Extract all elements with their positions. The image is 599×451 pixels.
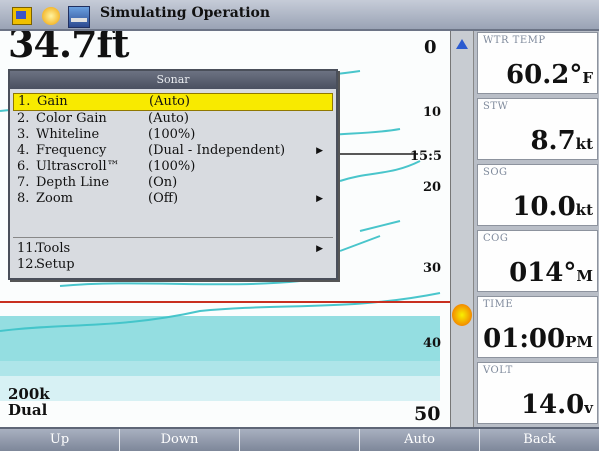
title-text: Simulating Operation (100, 5, 271, 21)
menu-item-number: 6. (17, 159, 30, 174)
frequency-value: 200k (8, 385, 50, 403)
menu-item-frequency[interactable]: 4. Frequency (Dual - Independent) ▶ (13, 143, 333, 159)
menu-item-label: Frequency (36, 143, 107, 158)
data-field-cog[interactable]: COG 014°M (477, 230, 598, 292)
softkey-up[interactable]: Up (0, 429, 120, 451)
bottom-shadow (0, 361, 440, 401)
field-value: 014°M (509, 258, 593, 288)
menu-item-value: (On) (148, 175, 178, 190)
menu-item-label: Tools (36, 241, 71, 256)
menu-item-number: 2. (17, 111, 30, 126)
return-trace (59, 280, 301, 287)
field-label: COG (483, 233, 509, 244)
field-value: 10.0kt (512, 192, 593, 222)
menu-item-label: Color Gain (36, 111, 107, 126)
depth-tick: 15:5 (410, 149, 442, 164)
field-value: 14.0v (520, 390, 593, 420)
menu-item-whiteline[interactable]: 3. Whiteline (100%) (13, 127, 333, 143)
field-label: WTR TEMP (483, 35, 546, 46)
menu-item-value: (100%) (148, 127, 196, 142)
frequency-mode: Dual (8, 401, 48, 419)
menu-item-number: 4. (17, 143, 30, 158)
softkey-down[interactable]: Down (120, 429, 240, 451)
menu-item-label: Zoom (36, 191, 74, 206)
return-trace (339, 160, 421, 182)
menu-item-number: 3. (17, 127, 30, 142)
return-trace (359, 220, 401, 232)
data-field-time[interactable]: TIME 01:00PM (477, 296, 598, 358)
depth-tick: 30 (423, 261, 442, 276)
menu-item-number: 11. (17, 241, 38, 256)
menu-separator (13, 237, 333, 238)
menu-item-label: Whiteline (36, 127, 100, 142)
field-label: SOG (483, 167, 508, 178)
menu-title: Sonar (10, 71, 336, 89)
title-bar: Simulating Operation (0, 0, 599, 31)
menu-item-setup[interactable]: 12. Setup (13, 257, 333, 273)
chevron-right-icon: ▶ (316, 146, 323, 156)
depth-tick: 40 (423, 336, 442, 351)
flag-icon (12, 7, 32, 25)
depth-tick: 20 (423, 180, 442, 195)
field-label: STW (483, 101, 509, 112)
menu-item-color-gain[interactable]: 2. Color Gain (Auto) (13, 111, 333, 127)
menu-item-value: (100%) (148, 159, 196, 174)
softkey-back[interactable]: Back (480, 429, 599, 451)
sonar-screen: Simulating Operation 34.7ft 0 10 15:5 20… (0, 0, 599, 451)
menu-item-label: Ultrascroll™ (36, 159, 120, 174)
sun-icon (42, 7, 60, 25)
data-field-sog[interactable]: SOG 10.0kt (477, 164, 598, 226)
menu-item-ultrascroll[interactable]: 6. Ultrascroll™ (100%) (13, 159, 333, 175)
sonar-icon (68, 6, 90, 28)
depth-tick: 10 (423, 105, 442, 120)
data-field-stw[interactable]: STW 8.7kt (477, 98, 598, 160)
menu-item-label: Setup (36, 257, 75, 272)
depth-tick: 50 (414, 403, 441, 425)
menu-item-value: (Dual - Independent) (148, 143, 286, 158)
field-value: 01:00PM (483, 324, 593, 354)
menu-item-number: 1. (18, 94, 31, 109)
field-label: VOLT (483, 365, 513, 376)
field-value: 8.7kt (530, 126, 593, 156)
menu-list-secondary: 11. Tools ▶ 12. Setup (13, 241, 333, 273)
menu-list: 1. Gain (Auto) 2. Color Gain (Auto) 3. W… (13, 93, 333, 207)
depth-marker-icon (452, 304, 472, 326)
menu-item-number: 7. (17, 175, 30, 190)
depth-tick: 0 (424, 37, 437, 58)
menu-item-depth-line[interactable]: 7. Depth Line (On) (13, 175, 333, 191)
menu-item-gain[interactable]: 1. Gain (Auto) (13, 93, 333, 111)
softkey-blank[interactable] (240, 429, 360, 451)
softkey-auto[interactable]: Auto (360, 429, 480, 451)
field-label: TIME (483, 299, 514, 310)
menu-item-value: (Off) (148, 191, 179, 206)
field-value: 60.2°F (506, 60, 593, 90)
depth-scale-bar (450, 31, 474, 427)
chevron-right-icon: ▶ (316, 194, 323, 204)
menu-item-number: 8. (17, 191, 30, 206)
menu-item-tools[interactable]: 11. Tools ▶ (13, 241, 333, 257)
return-trace (339, 235, 381, 252)
softkey-bar: Up Down Auto Back (0, 427, 599, 451)
data-panel: WTR TEMP 60.2°F STW 8.7kt SOG 10.0kt COG… (474, 31, 599, 427)
menu-item-label: Depth Line (36, 175, 110, 190)
sonar-menu: Sonar 1. Gain (Auto) 2. Color Gain (Auto… (8, 69, 338, 280)
menu-item-zoom[interactable]: 8. Zoom (Off) ▶ (13, 191, 333, 207)
data-field-water-temp[interactable]: WTR TEMP 60.2°F (477, 32, 598, 94)
arrow-up-icon (456, 39, 468, 49)
status-icons (8, 4, 100, 28)
menu-item-value: (Auto) (149, 94, 190, 109)
chevron-right-icon: ▶ (316, 244, 323, 254)
depth-readout: 34.7ft (8, 31, 129, 66)
frequency-label: 200k Dual (8, 386, 50, 418)
menu-item-number: 12. (17, 257, 38, 272)
menu-item-label: Gain (37, 94, 68, 109)
menu-item-value: (Auto) (148, 111, 189, 126)
data-field-volt[interactable]: VOLT 14.0v (477, 362, 598, 424)
